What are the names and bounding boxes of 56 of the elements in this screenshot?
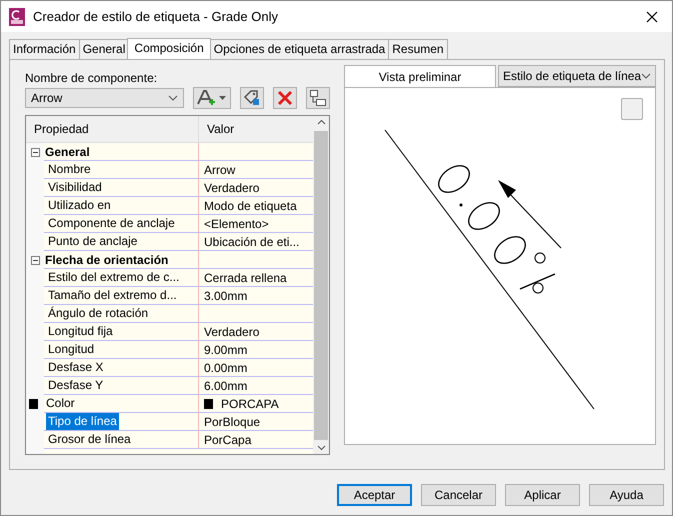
tab[interactable]: Resumen <box>388 39 448 59</box>
property-name[interactable]: Tipo de línea <box>46 413 119 430</box>
scrollbar[interactable] <box>313 116 329 454</box>
property-name[interactable]: Grosor de línea <box>46 431 133 448</box>
property-name[interactable]: Ángulo de rotación <box>46 305 150 322</box>
property-value[interactable]: Cerrada rellena <box>204 270 287 284</box>
property-name[interactable]: Longitud fija <box>46 323 115 340</box>
property-value[interactable]: Arrow <box>204 162 236 176</box>
property-name[interactable]: Punto de anclaje <box>46 233 140 250</box>
collapse-icon[interactable] <box>30 256 40 264</box>
property-value[interactable]: Verdadero <box>204 324 260 338</box>
property-value[interactable]: <Elemento> <box>204 216 269 230</box>
tab[interactable]: Información <box>9 39 80 59</box>
property-name[interactable]: Tamaño del extremo d... <box>46 287 179 304</box>
dialog-button[interactable]: Ayuda <box>589 484 664 506</box>
delete-button[interactable] <box>273 87 297 109</box>
tab[interactable]: Composición <box>127 38 211 59</box>
property-value[interactable]: 0.00mm <box>204 360 248 374</box>
property-name[interactable]: Utilizado en <box>46 197 113 214</box>
property-name[interactable]: Color <box>44 395 77 412</box>
property-value[interactable]: PORCAPA <box>221 396 279 410</box>
property-value[interactable]: Modo de etiqueta <box>204 198 297 212</box>
property-value[interactable]: PorBloque <box>204 414 260 428</box>
property-name[interactable]: Desfase X <box>46 359 106 376</box>
preview-label: Vista preliminar <box>344 65 496 87</box>
column-header[interactable]: Propiedad <box>26 116 199 142</box>
close-icon <box>646 10 658 22</box>
caret-icon <box>641 73 652 79</box>
property-value[interactable]: 6.00mm <box>204 378 248 392</box>
property-value[interactable]: Verdadero <box>204 180 260 194</box>
style-dropdown[interactable]: Estilo de etiqueta de línea <box>498 65 656 87</box>
property-name[interactable]: Componente de anclaje <box>46 215 177 232</box>
property-name[interactable]: Estilo del extremo de c... <box>46 269 182 286</box>
property-value[interactable]: 9.00mm <box>204 342 248 356</box>
collapse-icon[interactable] <box>30 148 40 156</box>
reorder-button[interactable] <box>306 87 330 109</box>
property-name[interactable]: Desfase Y <box>46 377 106 394</box>
window-title: Creador de estilo de etiqueta - Grade Only <box>33 9 279 24</box>
property-value[interactable]: 3.00mm <box>204 288 248 302</box>
property-name[interactable]: Nombre <box>46 161 93 178</box>
copy-tag-button[interactable] <box>240 87 264 109</box>
dialog-button[interactable]: Aceptar <box>337 484 412 506</box>
dialog-button[interactable]: Aplicar <box>505 484 580 506</box>
caret-icon <box>168 95 178 101</box>
add-text-button[interactable] <box>193 87 231 109</box>
property-name[interactable]: Longitud <box>46 341 96 358</box>
group-heading: Flecha de orientación <box>45 252 168 266</box>
property-name[interactable]: Visibilidad <box>46 179 104 196</box>
dialog-button[interactable]: Cancelar <box>421 484 496 506</box>
property-value[interactable]: Ubicación de eti... <box>204 234 300 248</box>
group-heading: General <box>45 144 90 158</box>
component-label: Nombre de componente: <box>25 71 158 87</box>
component-dropdown[interactable]: Arrow <box>25 88 184 108</box>
property-value[interactable]: PorCapa <box>204 432 252 446</box>
column-header[interactable]: Valor <box>199 116 234 142</box>
app-icon <box>9 8 25 26</box>
